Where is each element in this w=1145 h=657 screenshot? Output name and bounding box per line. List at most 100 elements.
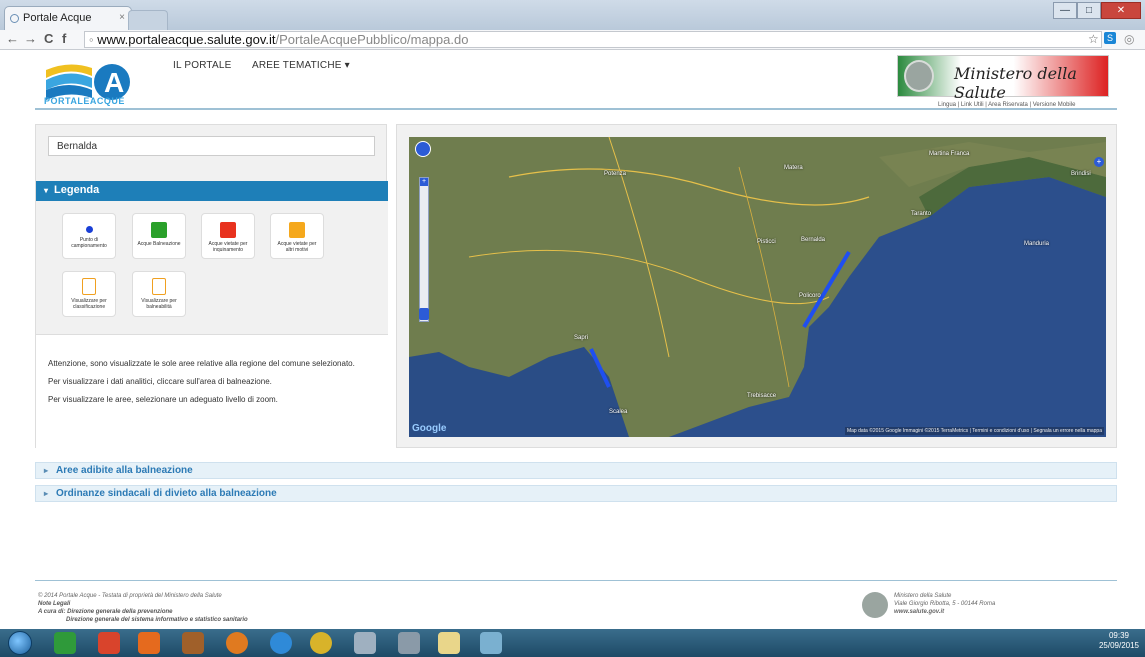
legend-item-punto[interactable]: Punto di campionamento (62, 213, 116, 259)
map-place-label: Martina Franca (929, 151, 970, 157)
windows-taskbar: 09:39 25/09/2015 (0, 629, 1145, 657)
ie-icon[interactable] (270, 632, 292, 654)
map-panel: + + Potenza Matera Taranto Brindisi Mart… (396, 124, 1117, 448)
accordion-ordinanze[interactable]: ▸ Ordinanze sindacali di divieto alla bal… (35, 485, 1117, 502)
taskbar-app-icon[interactable] (398, 632, 420, 654)
footer-ministero-name: Ministero della Salute (894, 593, 952, 599)
legenda-header[interactable]: ▾ Legenda (36, 181, 388, 201)
emblem-icon (862, 592, 888, 618)
nav-aree-tematiche[interactable]: AREE TEMATICHE ▾ (252, 60, 350, 71)
map-place-label: Scalea (609, 409, 628, 415)
orange-swatch-icon (289, 222, 305, 238)
folder-icon[interactable] (438, 632, 460, 654)
legend-item-balneabilita[interactable]: Visualizzare per balneabilità (132, 271, 186, 317)
reload-icon[interactable]: C (44, 31, 53, 46)
accordion-aree-balneazione[interactable]: ▸ Aree adibite alla balneazione (35, 462, 1117, 479)
chevron-right-icon: ▸ (44, 489, 49, 498)
start-button-icon[interactable] (8, 631, 32, 655)
tray-time: 09:39 (1108, 631, 1129, 640)
taskbar-app-icon[interactable] (54, 632, 76, 654)
legend-item-inquinamento[interactable]: Acque vietate per inquinamento (201, 213, 255, 259)
legend-item-classificazione[interactable]: Visualizzare per classificazione (62, 271, 116, 317)
svg-text:A: A (104, 67, 124, 98)
url-path: /PortaleAcquePubblico/mappa.do (275, 32, 469, 47)
map-place-label: Bernalda (801, 237, 826, 243)
file-icon (82, 278, 96, 295)
home-icon[interactable]: f (62, 31, 66, 46)
red-swatch-icon (220, 222, 236, 238)
skype-icon[interactable]: S (1104, 32, 1116, 44)
legend-label: Acque vietate per inquinamento (208, 241, 248, 253)
footer-left: © 2014 Portale Acque - Testata di propri… (38, 592, 248, 624)
tray-date: 25/09/2015 (1098, 641, 1139, 650)
window-controls: — □ ✕ (1053, 2, 1141, 19)
url-host: www.portaleacque.salute.gov.it (97, 32, 276, 47)
nav-il-portale[interactable]: IL PORTALE (173, 60, 232, 71)
footer-note-legali[interactable]: Note Legali (38, 601, 70, 607)
url-input[interactable]: ◦ www.portaleacque.salute.gov.it/Portale… (84, 31, 1102, 48)
overview-toggle-icon[interactable]: + (1094, 157, 1104, 167)
top-nav: IL PORTALE AREE TEMATICHE ▾ (173, 60, 368, 71)
chevron-down-icon: ▾ (44, 186, 49, 195)
legend-label: Acque Balneazione (137, 241, 181, 247)
left-panel: Bernalda ▾ Legenda Punto di campionamento… (35, 124, 388, 449)
footer-divider (35, 580, 1117, 581)
comune-search-input[interactable]: Bernalda (48, 136, 375, 156)
footer-ministero-address: Viale Giorgio Ribotta, 5 - 00144 Roma (894, 601, 996, 607)
new-tab-button[interactable] (128, 10, 168, 30)
maximize-icon[interactable]: □ (1077, 2, 1101, 19)
system-tray-clock[interactable]: 09:39 25/09/2015 (1099, 631, 1139, 651)
legend-label: Acque vietate per altri motivi (277, 241, 317, 253)
ministero-banner[interactable]: Ministero della Salute (897, 55, 1109, 102)
browser-titlebar: Portale Acque × — □ ✕ (0, 0, 1145, 30)
legenda-body: Punto di campionamento Acque Balneazione… (36, 201, 388, 334)
browser-tab[interactable]: Portale Acque × (4, 6, 132, 30)
paint-icon[interactable] (480, 632, 502, 654)
back-icon[interactable]: ← (6, 31, 19, 46)
zoom-handle[interactable] (419, 308, 429, 320)
chrome-icon[interactable] (310, 632, 332, 654)
map-place-label: Brindisi (1071, 171, 1091, 177)
note-line: Per visualizzare i dati analitici, clicc… (48, 377, 272, 386)
zoom-in-icon[interactable]: + (420, 178, 428, 186)
legend-label: Punto di campionamento (71, 237, 107, 249)
map-copyright[interactable]: Map data ©2015 Google Immagini ©2015 Ter… (844, 427, 1104, 435)
taskbar-app-icon[interactable] (354, 632, 376, 654)
map-place-label: Taranto (911, 211, 932, 217)
portaleacque-logo[interactable]: A PORTALEACQUE (44, 60, 144, 106)
chevron-right-icon: ▸ (44, 466, 49, 475)
close-window-icon[interactable]: ✕ (1101, 2, 1141, 19)
map-place-label: Manduria (1024, 241, 1050, 247)
taskbar-app-icon[interactable] (138, 632, 160, 654)
tab-title: Portale Acque (23, 12, 92, 24)
firefox-icon[interactable] (226, 632, 248, 654)
taskbar-app-icon[interactable] (98, 632, 120, 654)
legend-label: Visualizzare per classificazione (71, 298, 107, 310)
map-place-label: Policoro (799, 293, 821, 299)
forward-icon[interactable]: → (24, 31, 37, 46)
legend-item-balneazione[interactable]: Acque Balneazione (132, 213, 186, 259)
ministero-title: Ministero della Salute (954, 64, 1077, 102)
legend-label: Visualizzare per balneabilità (141, 298, 177, 310)
legend-item-altri-motivi[interactable]: Acque vietate per altri motivi (270, 213, 324, 259)
minimize-icon[interactable]: — (1053, 2, 1077, 19)
emblem-icon (904, 60, 934, 92)
legenda-title: Legenda (54, 184, 100, 196)
footer-ministero-site[interactable]: www.salute.gov.it (894, 608, 995, 616)
footer-direzione: Direzione generale del sistema informati… (66, 617, 248, 623)
pan-control-icon[interactable] (415, 141, 431, 157)
zoom-slider[interactable]: + (419, 177, 429, 322)
file-icon (152, 278, 166, 295)
map-place-label: Potenza (604, 171, 627, 177)
bookmark-star-icon[interactable]: ☆ (1088, 32, 1099, 46)
tab-close-icon[interactable]: × (119, 12, 125, 23)
map-place-label: Pisticci (757, 239, 776, 245)
address-bar-row: ← → C f ◦ www.portaleacque.salute.gov.it… (0, 30, 1145, 50)
map-place-label: Sapri (574, 335, 589, 341)
menu-icon[interactable]: ◎ (1124, 32, 1134, 46)
map-canvas (409, 137, 1106, 437)
header-divider (35, 108, 1117, 110)
satellite-map[interactable]: + + Potenza Matera Taranto Brindisi Mart… (409, 137, 1106, 437)
taskbar-app-icon[interactable] (182, 632, 204, 654)
google-logo[interactable]: Google (412, 423, 446, 434)
